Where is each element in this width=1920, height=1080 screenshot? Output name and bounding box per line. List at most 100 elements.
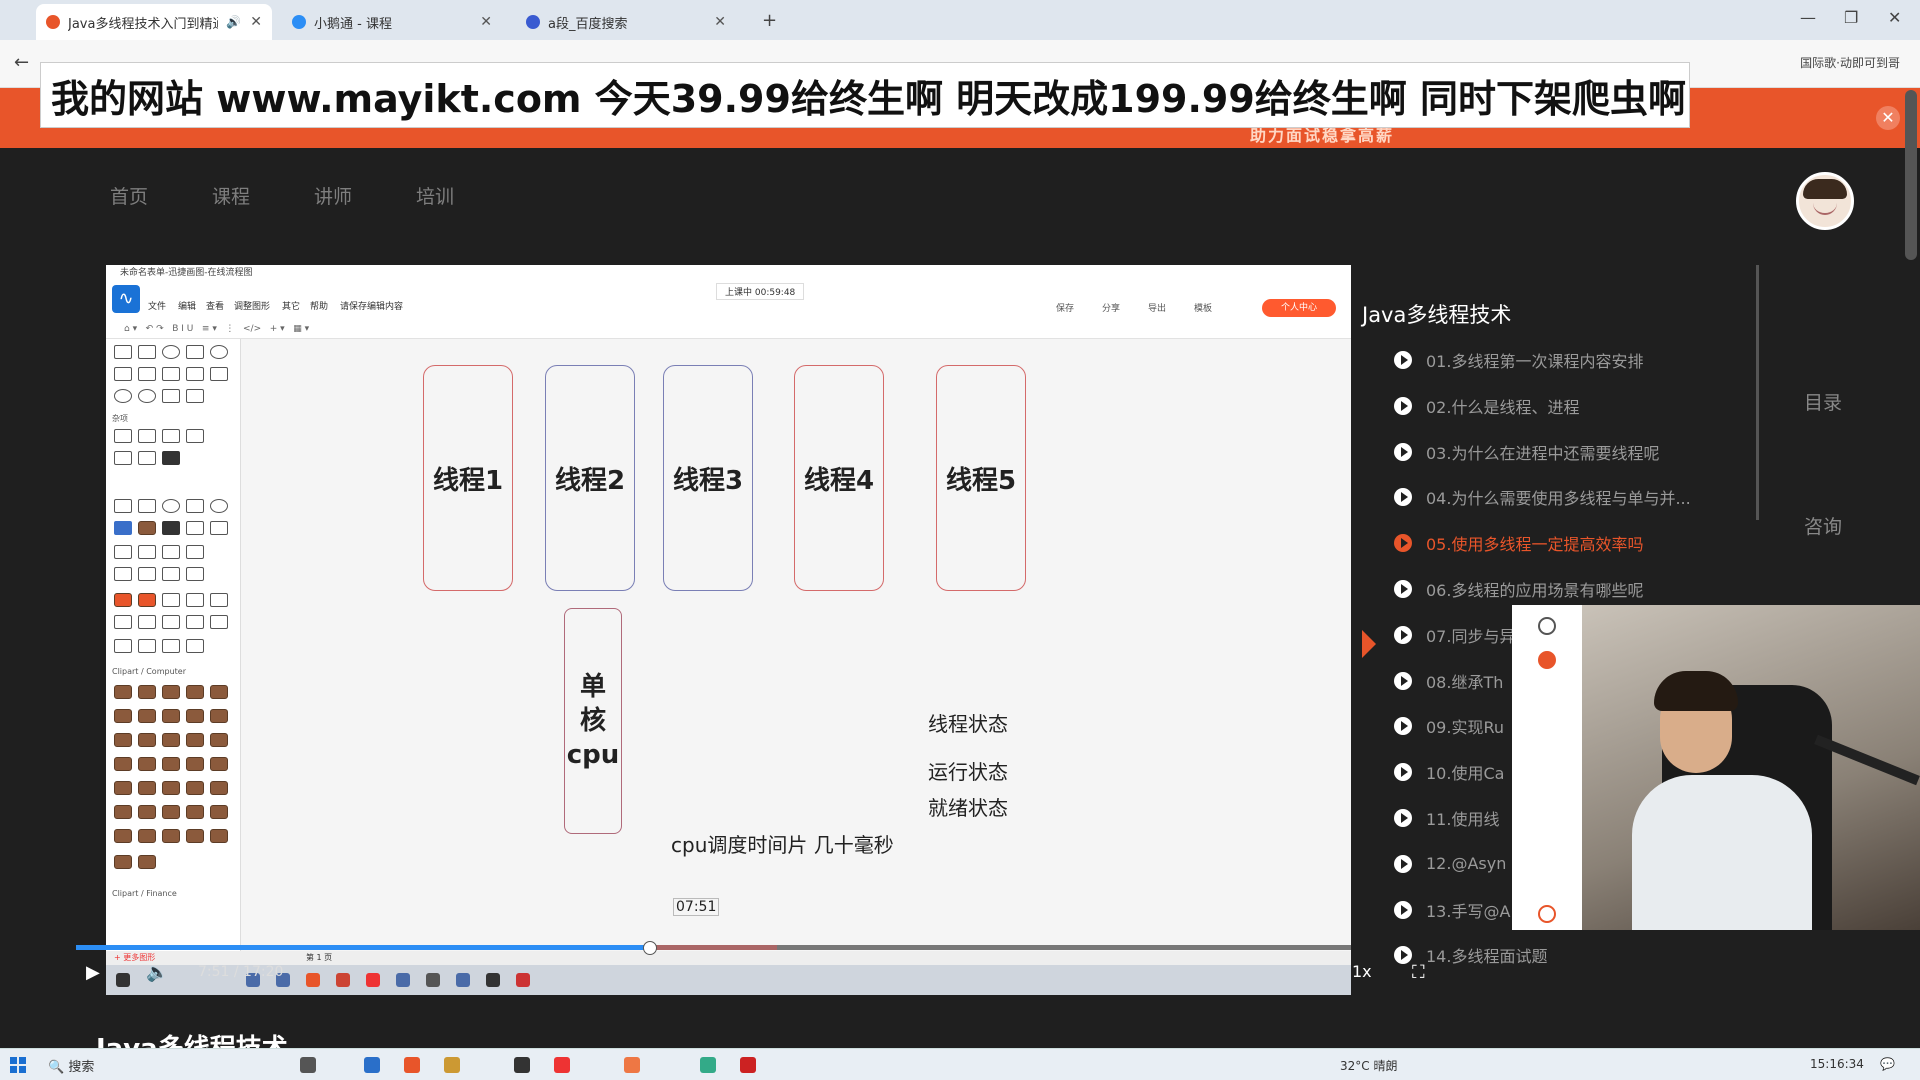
- video-progress-bar[interactable]: [76, 945, 1351, 950]
- back-arrow-icon[interactable]: ←: [14, 52, 29, 73]
- play-circle-icon: [1394, 488, 1412, 507]
- camera-icon[interactable]: [1538, 617, 1556, 635]
- side-link-consult[interactable]: 咨询: [1804, 512, 1842, 539]
- tab-baidu[interactable]: a段_百度搜索 ✕: [516, 4, 736, 40]
- terminal-icon[interactable]: [364, 1057, 380, 1073]
- progress-handle[interactable]: [642, 941, 657, 955]
- volume-icon[interactable]: 🔈: [146, 962, 168, 983]
- tab-label: a段_百度搜索: [548, 16, 628, 32]
- app3-icon[interactable]: [740, 1057, 756, 1073]
- page-scrollbar[interactable]: [1905, 90, 1917, 260]
- collapse-arrow-icon[interactable]: [1362, 630, 1376, 658]
- playlist-item[interactable]: 07.同步与异: [1394, 620, 1515, 650]
- play-circle-icon: [1394, 946, 1412, 965]
- tool-save: 保存: [1056, 304, 1075, 314]
- panel-label-computer: Clipart / Computer: [112, 667, 186, 676]
- nav-training[interactable]: 培训: [416, 182, 454, 209]
- menu-adjust: 调整图形: [234, 302, 271, 312]
- menu-view: 查看: [206, 302, 225, 312]
- menu-file: 文件: [148, 302, 167, 312]
- nav-courses[interactable]: 课程: [212, 182, 250, 209]
- tab-java-course[interactable]: Java多线程技术入门到精通 🔊 ✕: [36, 4, 272, 40]
- nav-home[interactable]: 首页: [110, 182, 148, 209]
- playlist-item[interactable]: 13.手写@A: [1394, 895, 1510, 925]
- play-circle-icon: [1394, 396, 1412, 415]
- progress-fill: [76, 945, 650, 950]
- play-circle-icon: [1394, 854, 1412, 873]
- folder-icon[interactable]: [444, 1057, 460, 1073]
- wps-icon[interactable]: [554, 1057, 570, 1073]
- video-time: 7:51 / 17:20: [198, 964, 284, 980]
- weather-widget[interactable]: 32°C 晴朗: [1340, 1057, 1397, 1074]
- play-icon[interactable]: ▶: [86, 962, 100, 983]
- playlist-item[interactable]: 05.使用多线程一定提高效率吗: [1394, 528, 1643, 558]
- cpu-line-3: cpu: [566, 740, 620, 770]
- menu-edit: 编辑: [178, 302, 197, 312]
- side-link-catalog[interactable]: 目录: [1804, 388, 1842, 415]
- banner-close-icon[interactable]: ✕: [1876, 106, 1900, 130]
- minimize-icon[interactable]: —: [1800, 8, 1816, 27]
- recorded-taskbar: [106, 965, 1351, 995]
- thread-box-4: 线程4: [794, 365, 884, 591]
- taskbar-search-label: 搜索: [68, 1060, 95, 1075]
- close-icon[interactable]: ✕: [250, 14, 262, 30]
- tab-xiaoetong[interactable]: 小鹅通 - 课程 ✕: [282, 4, 502, 40]
- playlist-item-label: 09.实现Ru: [1426, 718, 1504, 738]
- page-tab: 第 1 页: [306, 953, 333, 962]
- new-tab-button[interactable]: +: [762, 10, 777, 31]
- playlist-item[interactable]: 01.多线程第一次课程内容安排: [1394, 345, 1643, 375]
- window-close-icon[interactable]: ✕: [1888, 8, 1901, 27]
- thread-state-title: 线程状态: [928, 712, 1008, 736]
- app-menubar: ∿ 文件 编辑 查看 调整图形 其它 帮助 请保存编辑内容 上课中 00:59:…: [106, 279, 1351, 319]
- play-circle-icon: [1394, 671, 1412, 690]
- taskbar-clock[interactable]: 15:16:34: [1810, 1057, 1864, 1071]
- presenter-figure: [1632, 775, 1812, 930]
- restore-icon[interactable]: ❐: [1844, 8, 1858, 27]
- chrome-icon[interactable]: [624, 1057, 640, 1073]
- shape-panel: 杂项 Clipart / Computer Clipart / Finance: [106, 339, 241, 995]
- playlist-item[interactable]: 09.实现Ru: [1394, 711, 1504, 741]
- time-slice-note: cpu调度时间片 几十毫秒: [671, 833, 894, 857]
- menu-save-hint: 请保存编辑内容: [340, 302, 404, 312]
- notification-icon[interactable]: 💬: [1880, 1057, 1895, 1071]
- thread-box-5: 线程5: [936, 365, 1026, 591]
- settings-icon[interactable]: [1538, 905, 1556, 923]
- playlist-item-label: 10.使用Ca: [1426, 764, 1505, 784]
- playlist-item-label: 06.多线程的应用场景有哪些呢: [1426, 581, 1644, 600]
- panel-label-finance: Clipart / Finance: [112, 889, 177, 898]
- more-shapes-link: + 更多图形: [114, 953, 156, 962]
- idea-icon[interactable]: [514, 1057, 530, 1073]
- taskbar-search[interactable]: 🔍 搜索: [48, 1056, 94, 1075]
- app-icon[interactable]: [404, 1057, 420, 1073]
- sheet-tabs: + 更多图形 第 1 页: [106, 951, 1351, 965]
- taskview-icon[interactable]: [300, 1057, 316, 1073]
- canvas-timer: 07:51: [673, 898, 720, 916]
- playlist-item[interactable]: 08.继承Th: [1394, 666, 1503, 696]
- windows-start-icon[interactable]: [10, 1057, 26, 1073]
- playlist-item[interactable]: 14.多线程面试题: [1394, 940, 1547, 970]
- playlist-item[interactable]: 06.多线程的应用场景有哪些呢: [1394, 574, 1643, 604]
- nav-teachers[interactable]: 讲师: [314, 182, 352, 209]
- playlist-item[interactable]: 10.使用Ca: [1394, 757, 1504, 787]
- playlist-item[interactable]: 04.为什么需要使用多线程与单与并...: [1394, 482, 1691, 512]
- site-favicon-icon: [292, 15, 306, 29]
- user-avatar[interactable]: [1796, 172, 1854, 230]
- playlist-item[interactable]: 11.使用线: [1394, 803, 1499, 833]
- recording-badge: 上课中 00:59:48: [716, 283, 805, 300]
- playlist-title: Java多线程技术: [1362, 303, 1512, 327]
- playlist-item[interactable]: 03.为什么在进程中还需要线程呢: [1394, 437, 1659, 467]
- app2-icon[interactable]: [700, 1057, 716, 1073]
- playlist-item-label: 01.多线程第一次课程内容安排: [1426, 352, 1644, 371]
- play-circle-icon: [1394, 900, 1412, 919]
- os-taskbar: 🔍 搜索 32°C 晴朗 15:16:34 💬: [0, 1048, 1920, 1080]
- record-icon[interactable]: [1538, 651, 1556, 669]
- playlist-scrollbar[interactable]: [1756, 265, 1759, 520]
- extension-text: 国际歌·动即可到哥: [1800, 56, 1900, 70]
- close-icon[interactable]: ✕: [714, 14, 726, 30]
- playlist-item[interactable]: 02.什么是线程、进程: [1394, 391, 1579, 421]
- close-icon[interactable]: ✕: [480, 14, 492, 30]
- app-title: 未命名表单-迅捷画图-在线流程图: [106, 265, 1351, 279]
- playlist-item-label: 13.手写@A: [1426, 901, 1511, 921]
- playlist-item[interactable]: 12.@Asyn: [1394, 849, 1506, 879]
- webcam-overlay: [1512, 605, 1920, 930]
